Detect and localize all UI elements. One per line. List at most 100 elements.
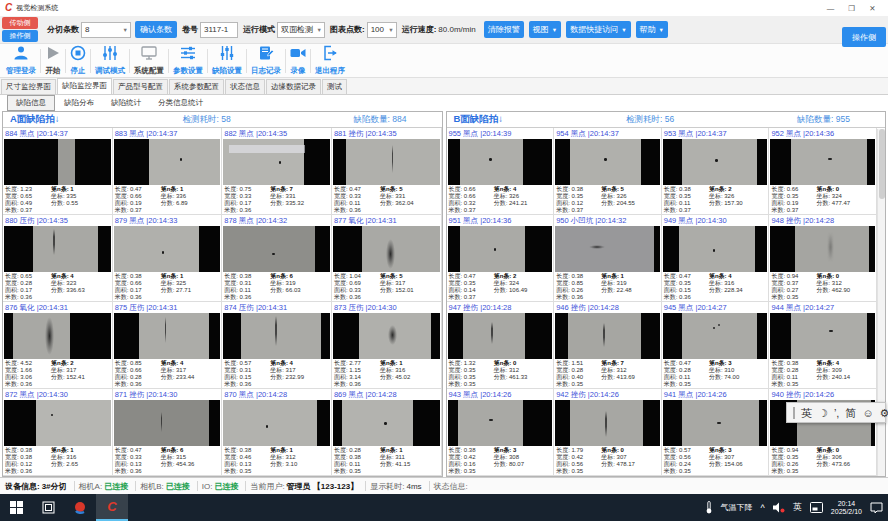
taskbar-app-icon[interactable] <box>64 494 96 521</box>
weather-widget[interactable]: 气温下降 <box>721 502 753 513</box>
defect-image[interactable] <box>4 400 111 446</box>
tool-user[interactable]: 管理登录 <box>2 44 40 77</box>
scrollbar-thumb[interactable] <box>879 129 885 199</box>
defect-image[interactable] <box>770 139 875 185</box>
defect-image[interactable] <box>555 313 660 359</box>
defect-cell[interactable]: 955 黑点 |20:14:39长度: 0.66宽度: 0.66面积: 0.32… <box>447 128 555 215</box>
subtab-1[interactable]: 缺陷分布 <box>56 96 102 110</box>
tab-1[interactable]: 缺陷监控界面 <box>57 78 112 94</box>
defect-cell[interactable]: 880 压伤 |20:14:35长度: 0.65宽度: 0.28面积: 0.17… <box>3 215 113 302</box>
panel-title[interactable]: B面缺陷拍↓ <box>454 113 504 126</box>
defect-cell[interactable]: 876 氧化 |20:14:31长度: 4.52宽度: 1.66面积: 3.06… <box>3 302 113 389</box>
defect-image[interactable] <box>333 226 440 272</box>
minimize-button[interactable]: — <box>820 4 841 13</box>
tool-log[interactable]: 日志记录 <box>247 44 285 77</box>
ime-item-5[interactable]: ⚙ <box>880 403 888 423</box>
confirm-count-button[interactable]: 确认条数 <box>135 21 177 38</box>
defect-image[interactable] <box>448 400 553 446</box>
operate-side-button[interactable]: 操作侧 <box>842 27 886 47</box>
defect-image[interactable] <box>333 313 440 359</box>
defect-cell[interactable]: 882 黑点 |20:14:35长度: 0.75宽度: 0.33面积: 0.17… <box>222 128 332 215</box>
defect-cell[interactable]: 884 黑点 |20:14:37长度: 1.23宽度: 0.65面积: 0.49… <box>3 128 113 215</box>
defect-image[interactable] <box>448 226 553 272</box>
defect-cell[interactable]: 943 黑点 |20:14:26长度: 0.38宽度: 0.42面积: 0.16… <box>447 389 555 476</box>
tool-exit[interactable]: 退出程序 <box>311 44 349 77</box>
defect-cell[interactable]: 952 黑点 |20:14:36长度: 0.66宽度: 0.35面积: 0.19… <box>769 128 877 215</box>
defect-image[interactable] <box>4 313 111 359</box>
defect-cell[interactable]: 953 黑点 |20:14:37长度: 0.38宽度: 0.35面积: 0.11… <box>662 128 770 215</box>
defect-image[interactable] <box>223 313 330 359</box>
defect-cell[interactable]: 951 黑点 |20:14:36长度: 0.47宽度: 0.35面积: 0.14… <box>447 215 555 302</box>
defect-cell[interactable]: 883 黑点 |20:14:37长度: 0.47宽度: 0.66面积: 0.19… <box>113 128 223 215</box>
defect-cell[interactable]: 954 黑点 |20:14:37长度: 0.38宽度: 0.35面积: 0.12… <box>554 128 662 215</box>
maximize-button[interactable]: ❐ <box>841 4 862 13</box>
tab-6[interactable]: 测试 <box>322 79 347 94</box>
defect-image[interactable] <box>223 226 330 272</box>
defect-cell[interactable]: 881 挫伤 |20:14:35长度: 0.47宽度: 0.33面积: 0.11… <box>332 128 442 215</box>
roll-number-input[interactable]: 3117-1 <box>200 22 238 38</box>
defect-image[interactable] <box>448 313 553 359</box>
run-mode-select[interactable]: 双面检测▼ <box>277 22 325 38</box>
defect-image[interactable] <box>663 313 768 359</box>
tool-play[interactable]: 开始 <box>41 44 65 77</box>
tool-monitor[interactable]: 系统配置 <box>130 44 168 77</box>
data-access-menu-button[interactable]: 数据快捷访问▼ <box>566 21 630 38</box>
defect-cell[interactable]: 872 黑点 |20:14:30长度: 0.38宽度: 0.38面积: 0.12… <box>3 389 113 476</box>
defect-cell[interactable]: 950 小凹坑 |20:14:32长度: 0.38宽度: 0.85面积: 0.2… <box>554 215 662 302</box>
tool-debug-sliders[interactable]: 调试模式 <box>91 44 129 77</box>
operator-side-button[interactable]: 操作侧 <box>2 30 38 42</box>
vertical-scrollbar[interactable] <box>877 129 885 476</box>
defect-cell[interactable]: 948 挫伤 |20:14:28长度: 0.94宽度: 0.37面积: 0.27… <box>769 215 877 302</box>
tab-5[interactable]: 边缘数据记录 <box>266 79 321 94</box>
ime-item-1[interactable]: ☽ <box>818 403 828 423</box>
defect-image[interactable] <box>555 226 660 272</box>
defect-image[interactable] <box>663 139 768 185</box>
notification-icon[interactable] <box>870 502 883 514</box>
subtab-0[interactable]: 缺陷信息 <box>7 95 55 111</box>
subtab-3[interactable]: 分类信息统计 <box>150 96 211 110</box>
transmission-side-button[interactable]: 传动侧 <box>2 17 38 29</box>
tool-camera[interactable]: 录像 <box>286 44 310 77</box>
defect-cell[interactable]: 877 氧化 |20:14:31长度: 1.04宽度: 0.69面积: 0.33… <box>332 215 442 302</box>
defect-cell[interactable]: 942 挫伤 |20:14:26长度: 1.79宽度: 0.42面积: 0.56… <box>554 389 662 476</box>
close-button[interactable]: ✕ <box>862 4 883 13</box>
tool-stop[interactable]: 停止 <box>66 44 90 77</box>
defect-image[interactable] <box>770 313 875 359</box>
taskbar-clock[interactable]: 20:142025/2/10 <box>831 500 862 516</box>
defect-cell[interactable]: 869 黑点 |20:14:28长度: 0.28宽度: 0.38面积: 0.11… <box>332 389 442 476</box>
tool-defect-sliders[interactable]: 缺陷设置 <box>208 44 246 77</box>
defect-image[interactable] <box>333 400 440 446</box>
tab-3[interactable]: 系统参数配置 <box>169 79 224 94</box>
subtab-2[interactable]: 缺陷统计 <box>103 96 149 110</box>
defect-image[interactable] <box>114 226 221 272</box>
volume-icon[interactable] <box>773 502 785 513</box>
chart-points-select[interactable]: 100▼ <box>367 22 397 38</box>
slit-count-select[interactable]: 8▼ <box>81 22 131 38</box>
defect-cell[interactable]: 874 压伤 |20:14:31长度: 0.57宽度: 0.31面积: 0.15… <box>222 302 332 389</box>
defect-cell[interactable]: 875 压伤 |20:14:31长度: 0.85宽度: 0.66面积: 0.28… <box>113 302 223 389</box>
defect-image[interactable] <box>223 400 330 446</box>
defect-cell[interactable]: 873 压伤 |20:14:30长度: 2.77宽度: 1.15面积: 3.14… <box>332 302 442 389</box>
tab-0[interactable]: 尺寸监控界面 <box>1 79 56 94</box>
ime-item-2[interactable]: ’, <box>834 403 840 423</box>
defect-image[interactable] <box>4 139 111 185</box>
defect-image[interactable] <box>114 400 221 446</box>
start-button[interactable] <box>0 494 32 521</box>
defect-cell[interactable]: 879 黑点 |20:14:33长度: 0.38宽度: 0.66面积: 0.17… <box>113 215 223 302</box>
clear-alarm-button[interactable]: 清除报警 <box>484 21 524 38</box>
defect-cell[interactable]: 871 挫伤 |20:14:30长度: 0.47宽度: 0.33面积: 0.13… <box>113 389 223 476</box>
view-menu-button[interactable]: 视图▼ <box>529 21 561 38</box>
defect-image[interactable] <box>4 226 111 272</box>
ime-toolbar[interactable]: 英☽’,简☺⚙ <box>786 402 886 423</box>
tray-expand-chevron[interactable]: ^ <box>761 503 765 513</box>
tab-4[interactable]: 状态信息 <box>225 79 265 94</box>
defect-cell[interactable]: 870 黑点 |20:14:28长度: 0.38宽度: 0.46面积: 0.13… <box>222 389 332 476</box>
defect-image[interactable] <box>223 139 330 185</box>
defect-image[interactable] <box>663 226 768 272</box>
defect-image[interactable] <box>663 400 768 446</box>
ime-icon[interactable] <box>810 502 823 513</box>
defect-image[interactable] <box>114 313 221 359</box>
defect-cell[interactable]: 941 黑点 |20:14:26长度: 0.57宽度: 0.56面积: 0.24… <box>662 389 770 476</box>
defect-cell[interactable]: 945 黑点 |20:14:27长度: 0.47宽度: 0.28面积: 0.11… <box>662 302 770 389</box>
taskbar-active-app-icon[interactable]: C <box>96 494 128 521</box>
